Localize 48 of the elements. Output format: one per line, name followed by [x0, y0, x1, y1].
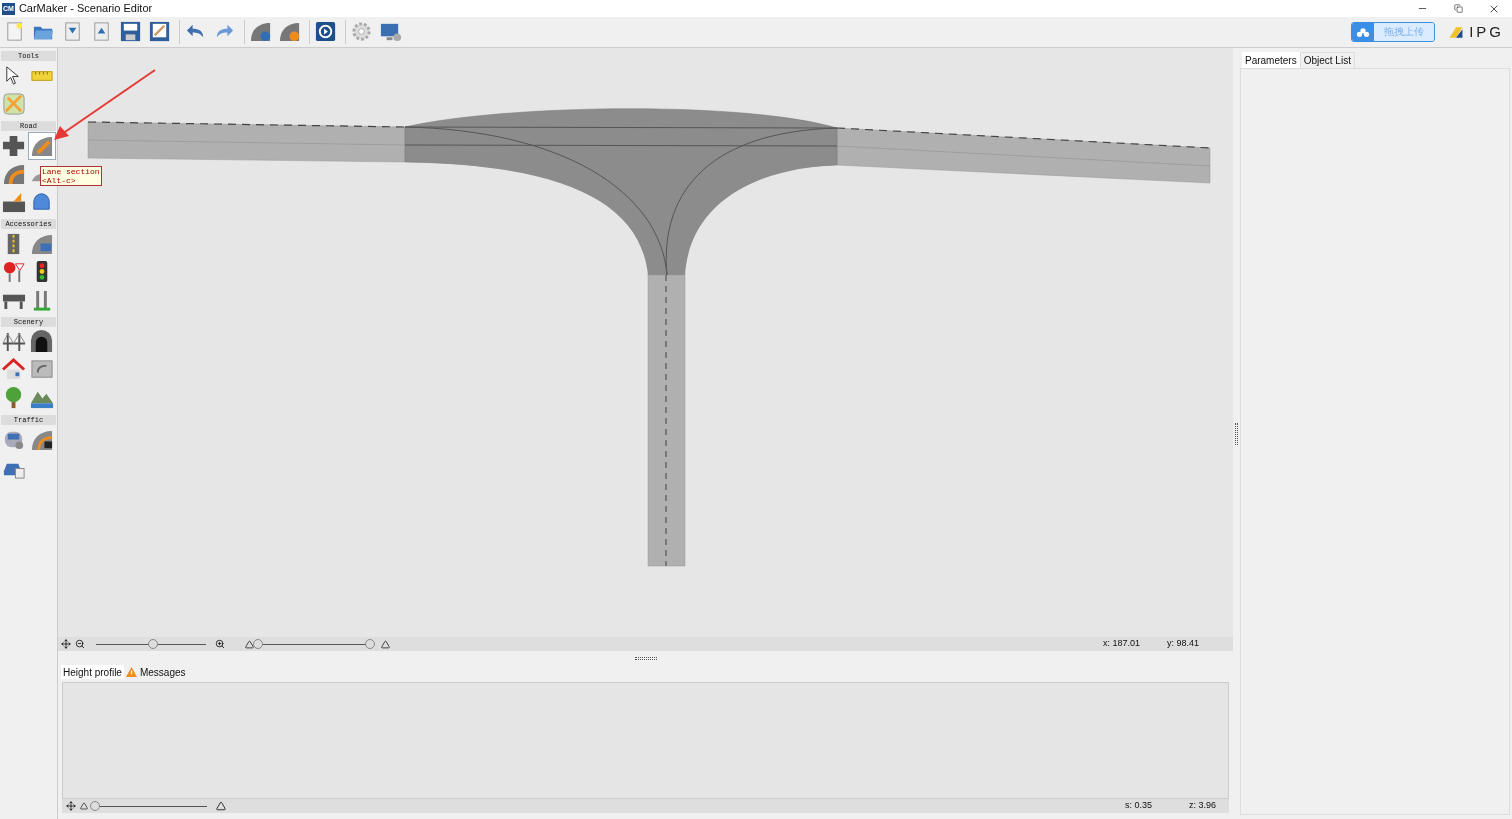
pan-icon[interactable]: [66, 801, 76, 811]
position-readout: z: 3.96: [1189, 799, 1218, 813]
splitter-grip[interactable]: [634, 656, 657, 660]
zoom-out-icon[interactable]: [75, 639, 85, 649]
road-question-icon: [278, 20, 302, 44]
panel-tab[interactable]: Height profile: [61, 665, 124, 679]
play-icon: [314, 20, 338, 44]
bridge-icon: [2, 330, 26, 354]
slider-thumb[interactable]: [148, 639, 159, 649]
position-readout: s: 0.35: [1125, 799, 1154, 813]
window-title: CarMaker - Scenario Editor: [18, 1, 153, 17]
restore-icon: [1453, 4, 1463, 13]
mountain-icon[interactable]: [80, 802, 88, 810]
logo-text: IPG: [1469, 21, 1504, 42]
panel-tab[interactable]: Parameters: [1242, 52, 1300, 68]
crossroad-tool-button[interactable]: [1, 133, 27, 159]
slider-thumb[interactable]: [365, 639, 375, 649]
road-flag-icon: [30, 428, 54, 452]
stop-sign-icon: [2, 260, 26, 284]
tunnel-icon: [30, 330, 54, 354]
panel-tab[interactable]: Messages: [123, 665, 188, 679]
zoom-in-icon[interactable]: [215, 639, 225, 649]
coordinate-readout: y: 98.41: [1167, 637, 1201, 651]
road-sign-icon: [30, 232, 54, 256]
mountain-icon[interactable]: [381, 639, 390, 649]
cloud-icon: [1356, 26, 1371, 38]
stop-sign-tool-button[interactable]: [1, 259, 27, 285]
road-lane-icon: [30, 134, 54, 158]
house-icon: [2, 358, 26, 382]
splitter-grip[interactable]: [1235, 422, 1238, 445]
tunnel-tool-button[interactable]: [29, 329, 55, 355]
floppy-pencil-icon: [148, 20, 172, 44]
warning-icon: [125, 667, 137, 677]
road-info-icon: [249, 20, 273, 44]
slider-thumb[interactable]: [253, 639, 263, 649]
coordinate-readout: x: 187.01: [1103, 637, 1142, 651]
tooltip-text: Lane section: [42, 167, 100, 176]
slider-thumb[interactable]: [90, 801, 100, 811]
mountain-icon[interactable]: [245, 639, 254, 649]
settings-icon: [350, 20, 374, 44]
crossroad-icon: [2, 134, 26, 158]
tooltip-text: <Alt-c>: [42, 176, 77, 185]
road-lane-tool-button[interactable]: [29, 133, 55, 159]
curved-road-icon: [2, 162, 26, 186]
panel-tab[interactable]: Object List: [1299, 52, 1355, 68]
pan-icon[interactable]: [61, 639, 71, 649]
mountain-icon[interactable]: [216, 801, 226, 811]
map-icon: [2, 92, 26, 116]
